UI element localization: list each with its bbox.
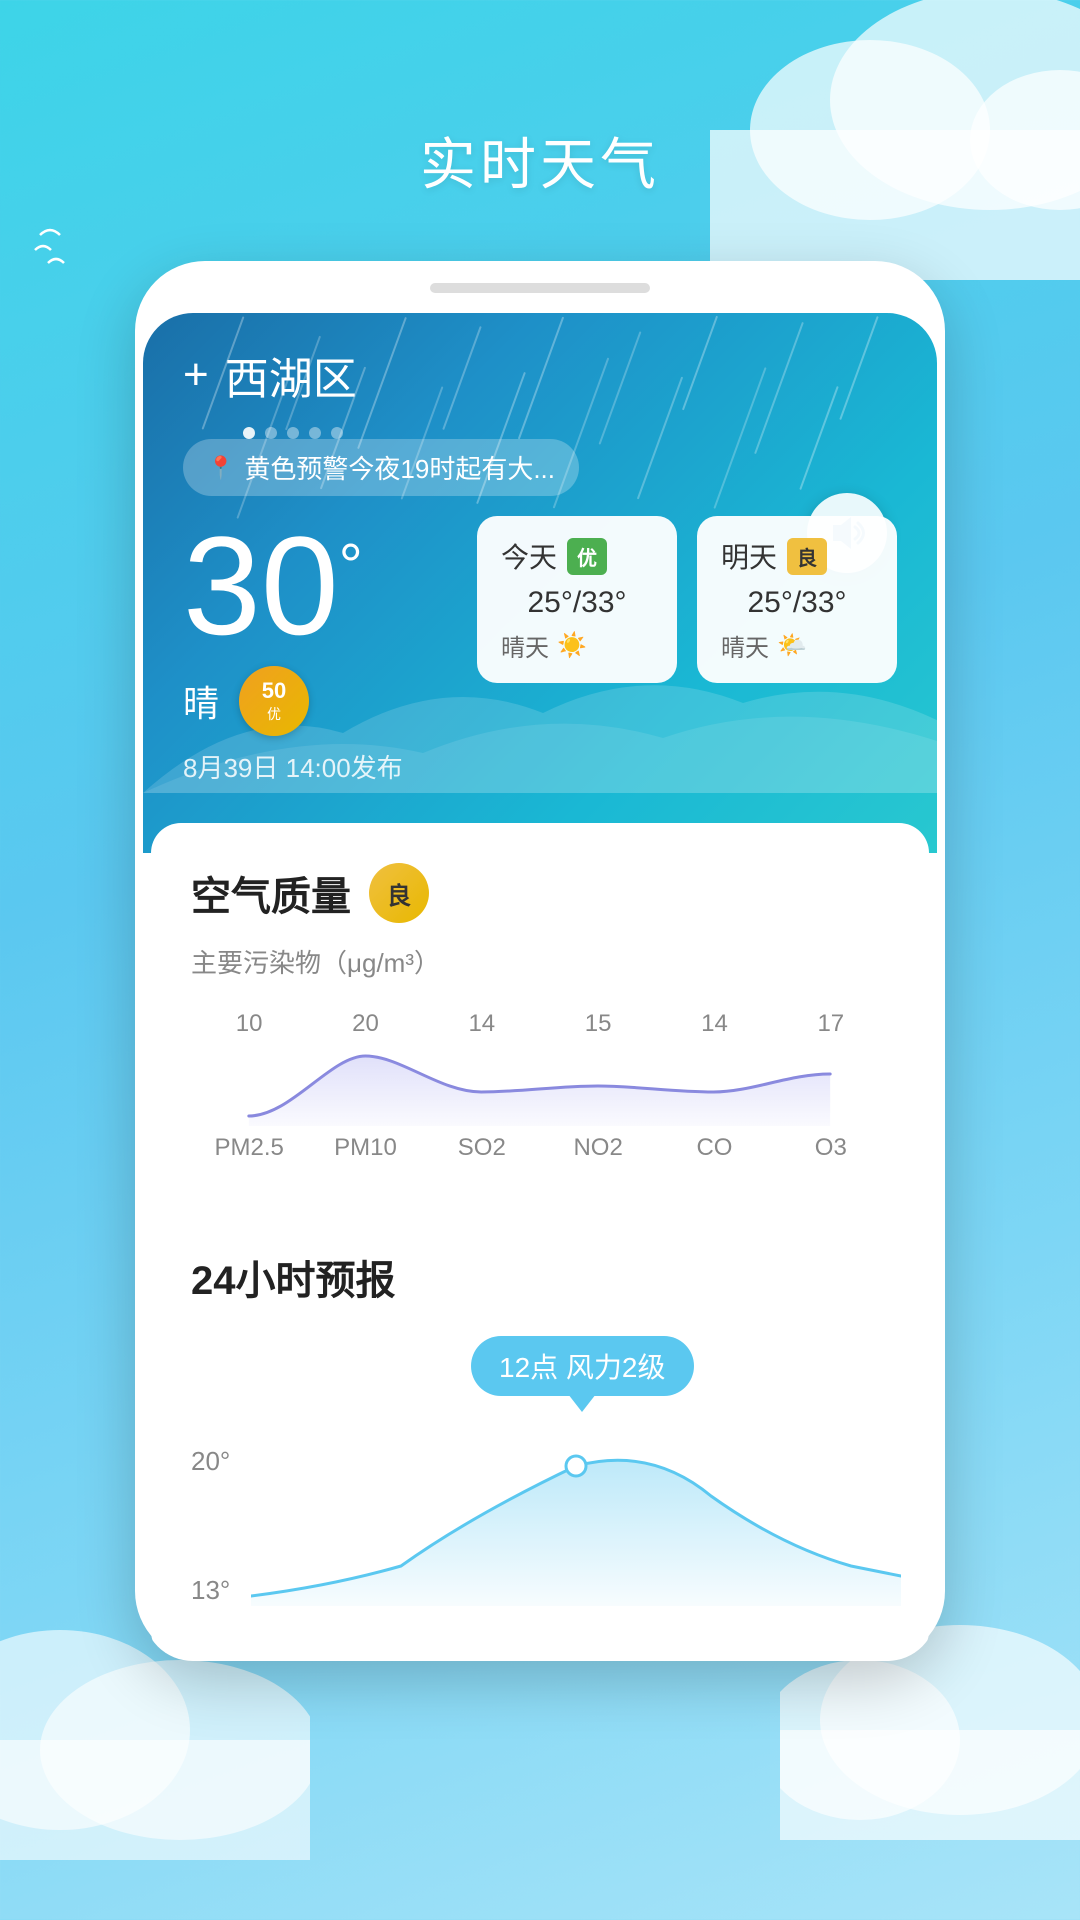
tomorrow-quality: 良 [787, 538, 827, 575]
tooltip-badge: 12点 风力2级 [471, 1336, 694, 1396]
forecast-24h-section: 24小时预报 12点 风力2级 20° 13° [151, 1208, 929, 1661]
label-so2: SO2 [442, 1134, 522, 1162]
label-co: CO [674, 1134, 754, 1162]
aqi-badge: 50 优 [239, 666, 309, 736]
today-day-row: 今天 优 [501, 536, 653, 576]
location-row: + 西湖区 [183, 343, 897, 407]
page-title: 实时天气 [0, 0, 1080, 261]
tomorrow-temp: 25°/33° [721, 586, 873, 620]
today-forecast-card[interactable]: 今天 优 25°/33° 晴天 ☀️ [477, 516, 677, 683]
temp-axis-high: 20° [191, 1446, 230, 1477]
location-name: 西湖区 [225, 343, 357, 407]
temp-left: 30 ° 晴 50 优 8月39日 14:00发布 [183, 516, 457, 785]
weather-condition-row: 晴 50 优 [183, 666, 457, 736]
weather-top-section: + 西湖区 📍 黄色预警今夜19时起有大. [143, 313, 937, 853]
today-quality: 优 [567, 538, 607, 575]
today-condition: 晴天 ☀️ [501, 628, 653, 663]
aqi-number: 50 [262, 678, 286, 704]
tooltip-container: 12点 风力2级 [191, 1336, 889, 1406]
aqi-unit: 优 [267, 704, 281, 724]
air-quality-title: 空气质量 [191, 864, 351, 922]
chart-values-row: 10 20 14 15 14 17 [191, 1010, 889, 1038]
temp-value: 30 [183, 516, 339, 656]
air-quality-badge: 良 [369, 863, 429, 923]
phone-notch [430, 283, 650, 293]
temp-area: 30 ° 晴 50 优 8月39日 14:00发布 [183, 516, 897, 785]
forecast-24h-chart-svg [251, 1436, 901, 1606]
tomorrow-day-row: 明天 良 [721, 536, 873, 576]
tooltip-text: 12点 风力2级 [499, 1346, 666, 1386]
tomorrow-label: 明天 [721, 536, 777, 576]
alert-icon: 📍 [207, 455, 234, 481]
temperature-display: 30 ° [183, 516, 457, 656]
forecast-24h-chart-container: 20° 13° [191, 1436, 889, 1611]
alert-text: 黄色预警今夜19时起有大... [244, 449, 555, 486]
chart-svg [191, 1046, 889, 1126]
pollutant-label: 主要污染物（μg/m³） [191, 943, 889, 980]
publish-time: 8月39日 14:00发布 [183, 748, 457, 785]
chart-labels-row: PM2.5 PM10 SO2 NO2 CO O3 [191, 1134, 889, 1162]
label-no2: NO2 [558, 1134, 638, 1162]
label-o3: O3 [791, 1134, 871, 1162]
phone-frame: + 西湖区 📍 黄色预警今夜19时起有大. [135, 261, 945, 1661]
label-pm10: PM10 [325, 1134, 405, 1162]
air-quality-section: 空气质量 良 主要污染物（μg/m³） 10 20 14 15 14 17 [151, 823, 929, 1192]
chart-val-so2: 14 [442, 1010, 522, 1038]
temp-degree-symbol: ° [339, 536, 363, 596]
phone-screen: + 西湖区 📍 黄色预警今夜19时起有大. [143, 313, 937, 1661]
chart-val-pm25: 10 [209, 1010, 289, 1038]
today-temp: 25°/33° [501, 586, 653, 620]
weather-condition: 晴 [183, 675, 219, 727]
label-pm25: PM2.5 [209, 1134, 289, 1162]
tomorrow-condition: 晴天 🌤️ [721, 628, 873, 663]
air-quality-chart [191, 1046, 889, 1126]
tomorrow-condition-label: 晴天 [721, 628, 769, 663]
today-condition-icon: ☀️ [557, 631, 587, 660]
forecast-cards: 今天 优 25°/33° 晴天 ☀️ 明天 良 [477, 516, 897, 683]
air-quality-title-row: 空气质量 良 [191, 863, 889, 923]
chart-val-no2: 15 [558, 1010, 638, 1038]
today-label: 今天 [501, 536, 557, 576]
tomorrow-forecast-card[interactable]: 明天 良 25°/33° 晴天 🌤️ [697, 516, 897, 683]
chart-peak-dot [566, 1456, 586, 1476]
tomorrow-condition-icon: 🌤️ [777, 631, 807, 660]
alert-bar[interactable]: 📍 黄色预警今夜19时起有大... [183, 439, 579, 496]
chart-val-co: 14 [674, 1010, 754, 1038]
chart-val-pm10: 20 [325, 1010, 405, 1038]
chart-val-o3: 17 [791, 1010, 871, 1038]
add-location-button[interactable]: + [183, 350, 209, 400]
today-condition-label: 晴天 [501, 628, 549, 663]
temp-axis-low: 13° [191, 1575, 230, 1606]
forecast-24h-title: 24小时预报 [191, 1248, 889, 1306]
